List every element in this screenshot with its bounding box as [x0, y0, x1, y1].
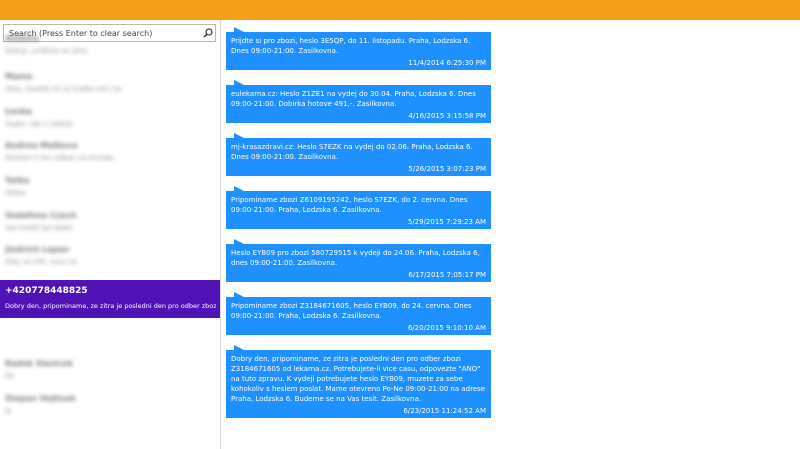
message-timestamp: 5/26/2015 3:07:23 PM: [408, 165, 486, 173]
message-bubble[interactable]: Heslo EYB09 pro zbozi 580729515 k vydeji…: [226, 239, 491, 282]
contact-name: Lenka: [5, 107, 32, 116]
contact-item[interactable]: Vodafone Czech Vas kredit byl dobit: [0, 207, 220, 241]
message-bubble[interactable]: eulekarna.cz: Heslo Z1ZE1 na vydej do 30…: [226, 80, 491, 123]
message-text: eulekarna.cz: Heslo Z1ZE1 na vydej do 30…: [231, 90, 476, 108]
contact-preview: Vas kredit byl dobit: [5, 224, 73, 232]
contact-item[interactable]: Mama Ahoj, zavolej mi az budes mit cas: [0, 68, 220, 102]
contact-preview: Diky za info, ozvu se: [5, 258, 77, 266]
contact-name: Jindrich Lapan: [5, 245, 70, 254]
message-timestamp: 4/16/2015 3:15:58 PM: [408, 112, 486, 120]
message-timestamp: 6/17/2015 7:05:17 PM: [408, 271, 486, 279]
message-timestamp: 6/20/2015 9:10:10 AM: [407, 324, 486, 332]
message-timestamp: 11/4/2014 6:25:30 PM: [408, 59, 486, 67]
contact-item[interactable]: Stepan Vojtisek Jo: [0, 390, 220, 424]
message-bubble[interactable]: Dobry den, pripominame, ze zitra je posl…: [226, 345, 491, 418]
top-accent-bar: [0, 0, 800, 20]
contact-name: Mama: [5, 72, 33, 81]
contact-preview: Jo: [5, 407, 12, 415]
contact-name: +420778448825: [5, 286, 88, 296]
contact-name: Andrea Malkova: [5, 141, 78, 150]
contact-item[interactable]: Andrea Malkova Posilam ti ten odkaz na st…: [0, 137, 220, 171]
message-text: Pripominame zbozi Z6109195242, heslo S7E…: [231, 196, 468, 214]
message-bubble[interactable]: mj-krasazdravi.cz: Heslo S7EZK na vydej …: [226, 133, 491, 176]
contact-item[interactable]: Alzbeta Dekuji, uvidime se zitra: [0, 30, 220, 64]
message-text: Dobry den, pripominame, ze zitra je posl…: [231, 355, 486, 403]
message-bubble[interactable]: Pripominame zbozi Z6109195242, heslo S7E…: [226, 186, 491, 229]
message-thread: Prijdte si pro zbozi, heslo 3E5QP, do 11…: [222, 20, 800, 449]
contact-preview: Dekuji, uvidime se zitra: [5, 47, 88, 55]
message-bubble[interactable]: Prijdte si pro zbozi, heslo 3E5QP, do 11…: [226, 27, 491, 70]
contact-preview: Posilam ti ten odkaz na stranky: [5, 154, 115, 162]
message-text: Prijdte si pro zbozi, heslo 3E5QP, do 11…: [231, 37, 471, 55]
contact-preview: Dobre: [5, 189, 27, 197]
contact-name: Alzbeta: [5, 34, 39, 43]
contact-name: Vodafone Czech: [5, 211, 77, 220]
message-bubble[interactable]: Pripominame zbozi Z3184671605, heslo EYB…: [226, 292, 491, 335]
contact-preview: Super, tak v sobotu: [5, 120, 74, 128]
contact-item[interactable]: Radek Slavicek Ok: [0, 355, 220, 389]
contact-preview: Dobry den, pripominame, ze zitra je posl…: [5, 302, 216, 310]
contact-item[interactable]: Lenka Super, tak v sobotu: [0, 103, 220, 137]
contact-item[interactable]: Jindrich Lapan Diky za info, ozvu se: [0, 241, 220, 275]
conversation-sidebar: Alzbeta Dekuji, uvidime se zitra Mama Ahoj,…: [0, 20, 221, 449]
message-timestamp: 5/29/2015 7:29:23 AM: [407, 218, 486, 226]
contact-name: Tatka: [5, 176, 30, 185]
contact-name: Radek Slavicek: [5, 359, 74, 368]
message-text: Pripominame zbozi Z3184671605, heslo EYB…: [231, 302, 472, 320]
message-timestamp: 6/23/2015 11:24:52 AM: [403, 407, 486, 415]
message-text: mj-krasazdravi.cz: Heslo S7EZK na vydej …: [231, 143, 473, 161]
contact-preview: Ahoj, zavolej mi az budes mit cas: [5, 85, 122, 93]
contact-preview: Ok: [5, 372, 15, 380]
message-text: Heslo EYB09 pro zbozi 580729515 k vydeji…: [231, 249, 480, 267]
contact-item-selected[interactable]: +420778448825 Dobry den, pripominame, ze …: [0, 280, 220, 318]
contact-name: Stepan Vojtisek: [5, 394, 76, 403]
contact-item[interactable]: Tatka Dobre: [0, 172, 220, 206]
